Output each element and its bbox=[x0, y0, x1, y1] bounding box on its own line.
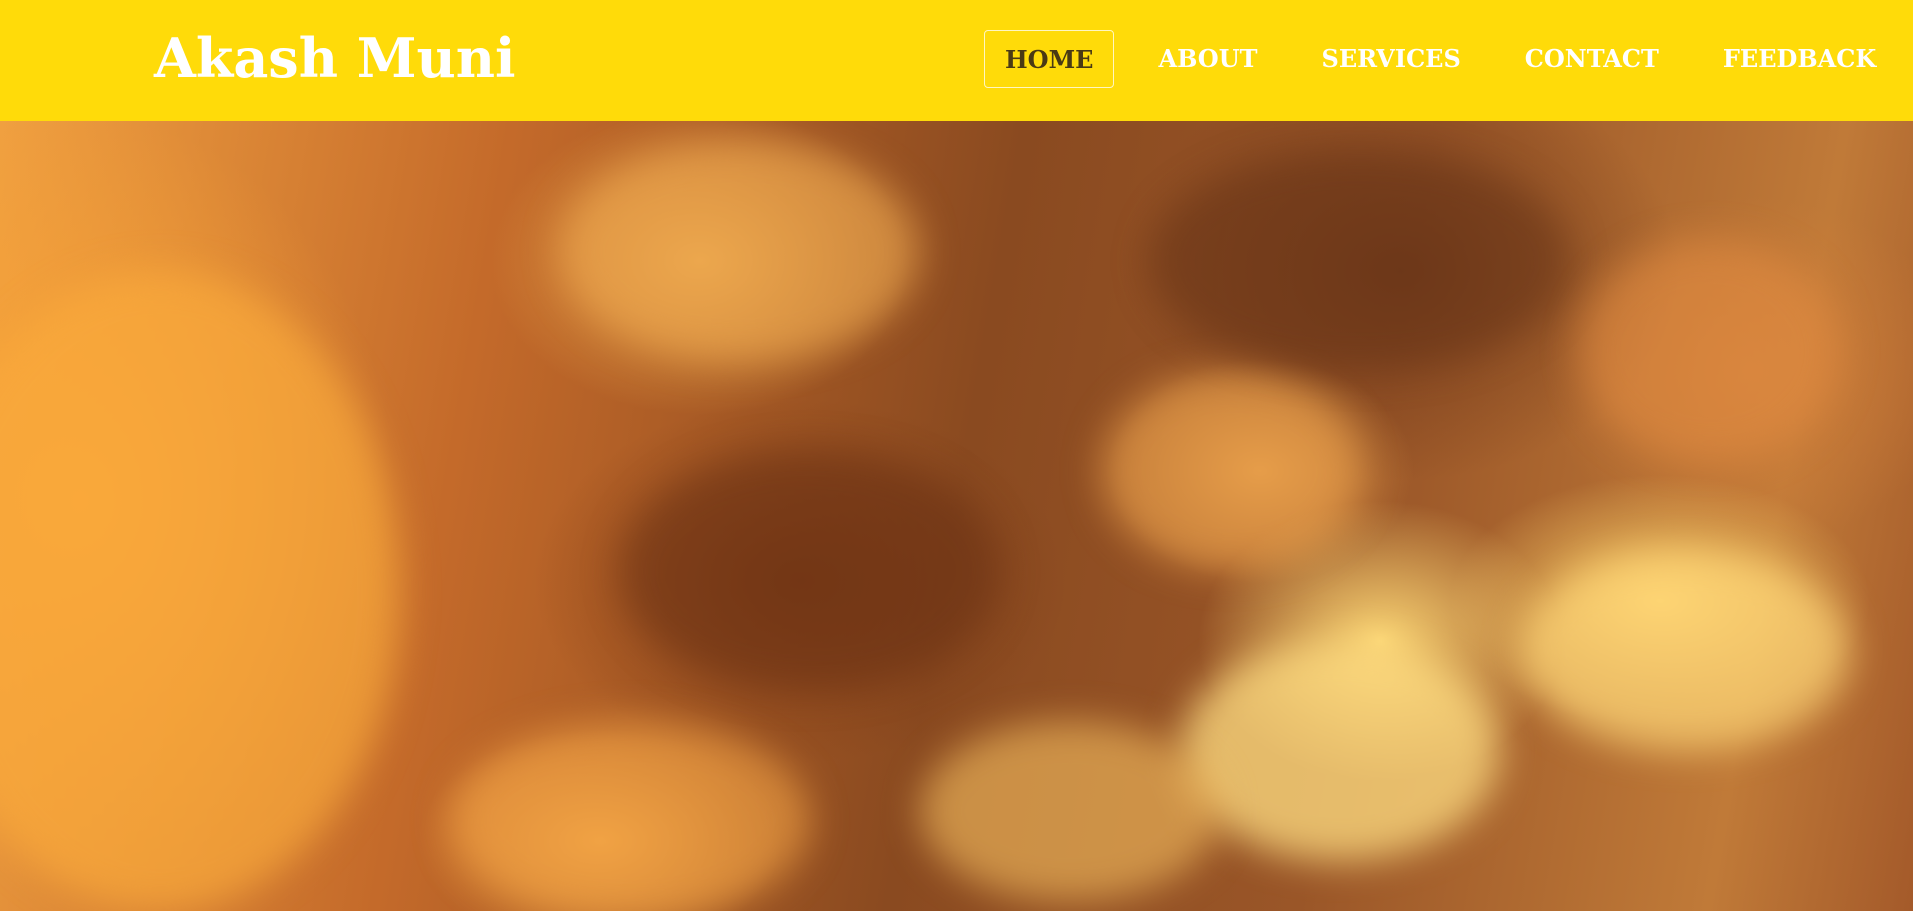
nav-item-about[interactable]: ABOUT bbox=[1138, 30, 1277, 88]
nav-item-feedback[interactable]: FEEDBACK bbox=[1703, 30, 1896, 88]
nav-item-home[interactable]: HOME bbox=[984, 30, 1115, 88]
cloud-shape bbox=[1150, 151, 1570, 371]
cloud-shape bbox=[1580, 241, 1840, 461]
cloud-shape bbox=[0, 271, 400, 911]
cloud-shape bbox=[620, 451, 1000, 691]
cloud-shape bbox=[560, 141, 920, 361]
hero-background-image bbox=[0, 121, 1913, 911]
nav-item-services[interactable]: SERVICES bbox=[1302, 30, 1481, 88]
brand-logo-text[interactable]: Akash Muni bbox=[154, 22, 516, 94]
cloud-shape bbox=[1180, 641, 1500, 861]
nav-item-contact[interactable]: CONTACT bbox=[1505, 30, 1679, 88]
main-nav: HOME ABOUT SERVICES CONTACT FEEDBACK bbox=[984, 30, 1896, 88]
cloud-shape bbox=[450, 721, 810, 911]
cloud-shape bbox=[1520, 551, 1850, 751]
cloud-shape bbox=[1100, 371, 1360, 571]
cloud-shape bbox=[920, 721, 1220, 901]
top-navbar: Akash Muni HOME ABOUT SERVICES CONTACT F… bbox=[0, 0, 1913, 121]
